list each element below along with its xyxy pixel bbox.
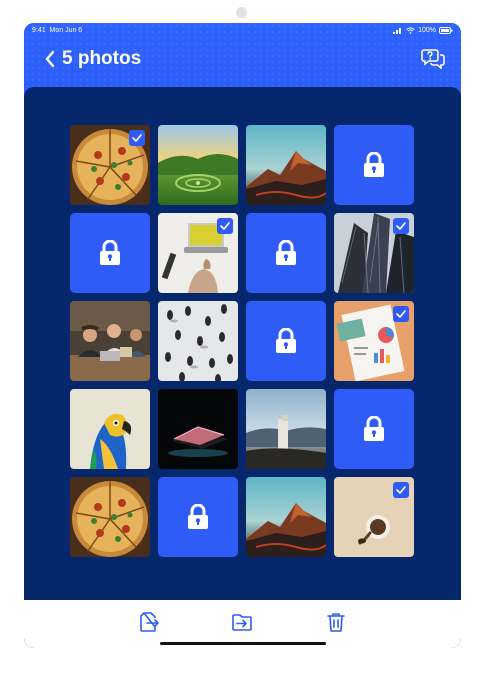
lock-icon <box>364 416 384 441</box>
chevron-left-icon <box>45 50 55 68</box>
move-to-folder-button[interactable] <box>230 610 254 634</box>
selected-check-badge[interactable] <box>129 130 145 146</box>
selected-check-badge[interactable] <box>393 218 409 234</box>
move-to-folder-icon <box>232 614 252 631</box>
photo-tile[interactable] <box>70 477 150 557</box>
photo-thumbnail <box>246 125 326 205</box>
battery-percent: 100% <box>418 27 436 34</box>
photo-thumbnail <box>158 389 238 469</box>
lock-icon <box>364 152 384 177</box>
help-button[interactable] <box>421 47 445 74</box>
photo-grid <box>70 125 414 557</box>
selected-check-badge[interactable] <box>393 306 409 322</box>
photo-tile[interactable] <box>158 125 238 205</box>
selected-check-badge[interactable] <box>217 218 233 234</box>
photo-thumbnail <box>70 301 150 381</box>
photo-tile[interactable] <box>334 213 414 293</box>
photo-tile[interactable] <box>158 389 238 469</box>
photo-thumbnail <box>158 301 238 381</box>
lock-icon <box>100 240 120 265</box>
photo-tile[interactable] <box>246 477 326 557</box>
locked-photo-tile[interactable] <box>246 301 326 381</box>
help-chat-icon <box>421 49 445 70</box>
photo-thumbnail <box>246 477 326 557</box>
locked-photo-tile[interactable] <box>158 477 238 557</box>
locked-photo-tile[interactable] <box>70 213 150 293</box>
status-time: 9:41 Mon Jun 6 <box>32 27 83 34</box>
photo-panel <box>24 87 461 602</box>
export-button[interactable] <box>136 610 160 634</box>
photo-tile[interactable] <box>158 301 238 381</box>
photo-tile[interactable] <box>70 389 150 469</box>
photo-tile[interactable] <box>70 125 150 205</box>
photo-tile[interactable] <box>246 125 326 205</box>
selected-check-badge[interactable] <box>393 482 409 498</box>
photo-thumbnail <box>70 477 150 557</box>
trash-icon <box>327 613 345 632</box>
photo-tile[interactable] <box>334 477 414 557</box>
locked-photo-tile[interactable] <box>334 125 414 205</box>
checkmark-icon <box>396 486 406 494</box>
locked-photo-tile[interactable] <box>246 213 326 293</box>
photo-tile[interactable] <box>158 213 238 293</box>
locked-photo-tile[interactable] <box>334 389 414 469</box>
tablet-screen: 9:41 Mon Jun 6 100% 5 photos <box>24 23 461 648</box>
photo-tile[interactable] <box>246 389 326 469</box>
signal-icon <box>393 28 402 34</box>
back-button[interactable]: 5 photos <box>44 47 141 71</box>
wifi-icon <box>406 27 415 34</box>
photo-tile[interactable] <box>334 301 414 381</box>
checkmark-icon <box>132 134 142 142</box>
photo-thumbnail <box>158 125 238 205</box>
lock-icon <box>188 504 208 529</box>
export-icon <box>140 612 159 632</box>
lock-icon <box>276 328 296 353</box>
bottom-toolbar <box>24 600 461 648</box>
page-title: 5 photos <box>62 48 142 69</box>
photo-thumbnail <box>70 389 150 469</box>
delete-button[interactable] <box>324 610 348 634</box>
lock-icon <box>276 240 296 265</box>
status-bar: 9:41 Mon Jun 6 100% <box>32 27 453 39</box>
front-camera <box>236 7 247 18</box>
photo-thumbnail <box>246 389 326 469</box>
home-indicator <box>160 642 326 645</box>
checkmark-icon <box>396 222 406 230</box>
checkmark-icon <box>396 310 406 318</box>
battery-icon <box>439 27 453 34</box>
checkmark-icon <box>220 222 230 230</box>
photo-tile[interactable] <box>70 301 150 381</box>
status-indicators: 100% <box>393 27 453 34</box>
